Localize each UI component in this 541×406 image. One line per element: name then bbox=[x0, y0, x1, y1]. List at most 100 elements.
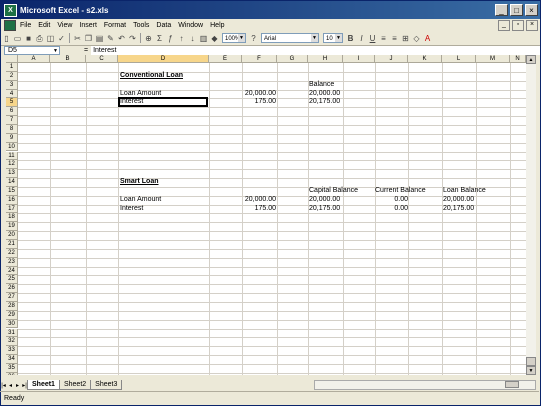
row-header-20[interactable]: 20 bbox=[6, 231, 18, 240]
font-color-icon[interactable]: A bbox=[423, 34, 432, 43]
cell-d17[interactable]: Interest bbox=[120, 205, 143, 213]
row-header-29[interactable]: 29 bbox=[6, 310, 18, 320]
row-header-18[interactable]: 18 bbox=[6, 213, 18, 223]
menu-view[interactable]: View bbox=[57, 22, 72, 29]
workbook-close-button[interactable]: × bbox=[526, 19, 538, 31]
next-sheet-icon[interactable]: ▸ bbox=[14, 382, 21, 389]
underline-icon[interactable]: U bbox=[368, 34, 377, 43]
chevron-down-icon[interactable]: ▼ bbox=[52, 47, 59, 54]
column-header-j[interactable]: J bbox=[375, 55, 408, 63]
menu-tools[interactable]: Tools bbox=[133, 22, 149, 29]
chevron-down-icon[interactable]: ▼ bbox=[335, 34, 342, 42]
first-sheet-icon[interactable]: |◂ bbox=[0, 382, 7, 389]
row-header-33[interactable]: 33 bbox=[6, 346, 18, 356]
column-header-b[interactable]: B bbox=[50, 55, 86, 63]
redo-icon[interactable]: ↷ bbox=[128, 34, 137, 43]
row-header-13[interactable]: 13 bbox=[6, 169, 18, 179]
chevron-down-icon[interactable]: ▼ bbox=[238, 34, 245, 42]
row-header-27[interactable]: 27 bbox=[6, 293, 18, 302]
row-header-3[interactable]: 3 bbox=[6, 80, 18, 90]
paste-icon[interactable]: ▤ bbox=[95, 34, 104, 43]
active-cell-cursor[interactable] bbox=[118, 97, 208, 107]
prev-sheet-icon[interactable]: ◂ bbox=[7, 382, 14, 389]
save-icon[interactable]: ■ bbox=[24, 34, 33, 43]
row-header-32[interactable]: 32 bbox=[6, 337, 18, 347]
hyperlink-icon[interactable]: ⊕ bbox=[144, 34, 153, 43]
column-header-h[interactable]: H bbox=[308, 55, 343, 63]
format-painter-icon[interactable]: ✎ bbox=[106, 34, 115, 43]
worksheet-grid[interactable]: ABCDEFGHIJKLMN 1 2 3 4 5 6 7 8 9 10 11 12 13 14 15 16 17… bbox=[6, 55, 536, 375]
column-header-f[interactable]: F bbox=[242, 55, 277, 63]
row-header-14[interactable]: 14 bbox=[6, 178, 18, 187]
undo-icon[interactable]: ↶ bbox=[117, 34, 126, 43]
column-header-a[interactable]: A bbox=[18, 55, 50, 63]
row-header-26[interactable]: 26 bbox=[6, 284, 18, 294]
row-header-34[interactable]: 34 bbox=[6, 355, 18, 364]
workbook-minimize-button[interactable]: _ bbox=[498, 19, 510, 31]
row-header-16[interactable]: 16 bbox=[6, 195, 18, 205]
minimize-button[interactable]: _ bbox=[495, 4, 508, 16]
bold-icon[interactable]: B bbox=[346, 34, 355, 43]
column-header-m[interactable]: M bbox=[476, 55, 510, 63]
cell-h3[interactable]: Balance bbox=[309, 81, 334, 89]
close-button[interactable]: × bbox=[525, 4, 538, 16]
menu-data[interactable]: Data bbox=[156, 22, 171, 29]
cell-h5[interactable]: 20,175.00 bbox=[309, 98, 340, 106]
row-header-5[interactable]: 5 bbox=[6, 98, 18, 108]
column-header-g[interactable]: G bbox=[277, 55, 308, 63]
row-header-15[interactable]: 15 bbox=[6, 186, 18, 196]
chevron-down-icon[interactable]: ▼ bbox=[311, 34, 318, 42]
tab-sheet1[interactable]: Sheet1 bbox=[27, 380, 60, 390]
column-header-i[interactable]: I bbox=[343, 55, 375, 63]
tab-sheet2[interactable]: Sheet2 bbox=[58, 380, 92, 390]
maximize-button[interactable]: □ bbox=[510, 4, 523, 16]
column-header-d[interactable]: D bbox=[118, 55, 209, 63]
align-center-icon[interactable]: ≡ bbox=[390, 34, 399, 43]
row-header-36[interactable]: 36 bbox=[6, 372, 18, 375]
print-preview-icon[interactable]: ◫ bbox=[46, 34, 55, 43]
spelling-icon[interactable]: ✓ bbox=[57, 34, 66, 43]
column-header-c[interactable]: C bbox=[86, 55, 118, 63]
drawing-icon[interactable]: ◆ bbox=[210, 34, 219, 43]
cell-h4[interactable]: 20,000.00 bbox=[309, 90, 340, 98]
row-header-25[interactable]: 25 bbox=[6, 275, 18, 285]
autosum-icon[interactable]: Σ bbox=[155, 34, 164, 43]
name-box[interactable]: D5 ▼ bbox=[4, 45, 60, 55]
italic-icon[interactable]: I bbox=[357, 34, 366, 43]
row-header-19[interactable]: 19 bbox=[6, 222, 18, 232]
cell-f5[interactable]: 175.00 bbox=[240, 98, 276, 106]
menu-help[interactable]: Help bbox=[210, 22, 224, 29]
scroll-thumb[interactable] bbox=[526, 357, 536, 366]
row-header-4[interactable]: 4 bbox=[6, 89, 18, 99]
font-select[interactable]: Arial ▼ bbox=[261, 33, 319, 43]
menu-insert[interactable]: Insert bbox=[79, 22, 97, 29]
cell-f16[interactable]: 20,000.00 bbox=[240, 196, 276, 204]
horizontal-scroll-thumb[interactable] bbox=[505, 381, 519, 388]
column-header-e[interactable]: E bbox=[209, 55, 242, 63]
sort-descending-icon[interactable]: ↓ bbox=[188, 34, 197, 43]
row-header-28[interactable]: 28 bbox=[6, 301, 18, 311]
row-header-7[interactable]: 7 bbox=[6, 116, 18, 125]
row-header-23[interactable]: 23 bbox=[6, 257, 18, 267]
cell-j15[interactable]: Current Balance bbox=[375, 187, 426, 195]
menu-format[interactable]: Format bbox=[104, 22, 126, 29]
borders-icon[interactable]: ⊞ bbox=[401, 34, 410, 43]
help-icon[interactable]: ? bbox=[249, 34, 258, 43]
row-header-17[interactable]: 17 bbox=[6, 204, 18, 214]
select-all-corner[interactable] bbox=[6, 55, 18, 63]
cell-l16[interactable]: 20,000.00 bbox=[443, 196, 474, 204]
column-header-l[interactable]: L bbox=[442, 55, 476, 63]
cell-d2[interactable]: Conventional Loan bbox=[120, 72, 183, 80]
chart-wizard-icon[interactable]: ▥ bbox=[199, 34, 208, 43]
row-header-8[interactable]: 8 bbox=[6, 124, 18, 134]
row-header-35[interactable]: 35 bbox=[6, 363, 18, 373]
workbook-icon[interactable] bbox=[4, 19, 16, 31]
row-header-2[interactable]: 2 bbox=[6, 71, 18, 81]
scroll-up-icon[interactable]: ▲ bbox=[526, 55, 536, 64]
cell-h17[interactable]: 20,175.00 bbox=[309, 205, 340, 213]
column-header-n[interactable]: N bbox=[510, 55, 526, 63]
copy-icon[interactable]: ❐ bbox=[84, 34, 93, 43]
font-size-select[interactable]: 10 ▼ bbox=[323, 33, 343, 43]
column-header-k[interactable]: K bbox=[408, 55, 442, 63]
cell-j16[interactable]: 0.00 bbox=[378, 196, 408, 204]
